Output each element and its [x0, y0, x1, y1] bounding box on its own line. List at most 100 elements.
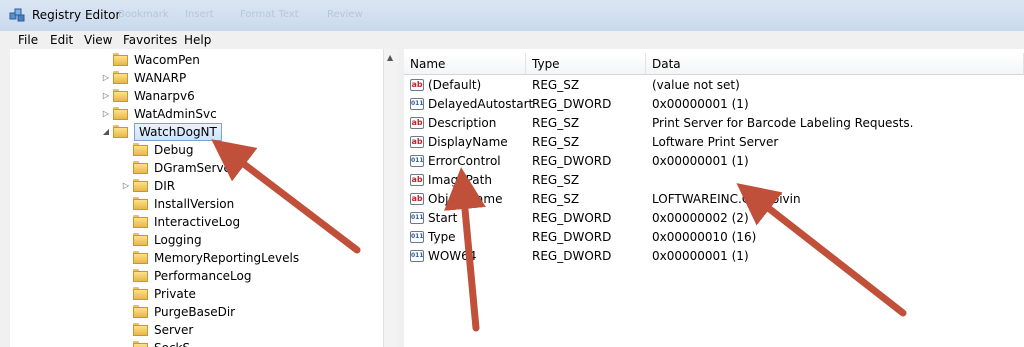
- folder-icon: [113, 125, 128, 138]
- value-row[interactable]: ab Description REG_SZ Print Server for Barc…: [404, 114, 1024, 133]
- value-type: REG_SZ: [532, 78, 580, 92]
- folder-icon: [133, 269, 148, 282]
- title-bar: Registry Editor Bookmark Insert Format T…: [0, 0, 1024, 31]
- folder-icon: [113, 71, 128, 84]
- value-data: 0x00000002 (2): [652, 211, 749, 225]
- binary-value-icon: 011: [410, 212, 424, 224]
- value-data: 0x00000010 (16): [652, 230, 757, 244]
- folder-icon: [133, 251, 148, 264]
- binary-value-icon: 011: [410, 155, 424, 167]
- value-name: WOW64: [428, 249, 477, 263]
- ghost-tab: Bookmark: [118, 9, 169, 20]
- key-tree[interactable]: WacomPen ▷ WANARP ▷ Wanarpv6 ▷ WatAdminSvc ◢ Wat…: [10, 49, 399, 347]
- registry-editor-icon: [9, 8, 25, 22]
- value-row[interactable]: ab ObjectName REG_SZ LOFTWAREINC.CO\Boivin: [404, 190, 1024, 209]
- value-row[interactable]: ab ImagePath REG_SZ: [404, 171, 1024, 190]
- value-data: 0x00000001 (1): [652, 97, 749, 111]
- tree-item-label: WacomPen: [134, 53, 200, 67]
- string-value-icon: ab: [410, 174, 424, 186]
- folder-icon: [133, 323, 148, 336]
- tree-item-label: WatchDogNT: [134, 123, 222, 141]
- menu-edit[interactable]: Edit: [50, 33, 73, 47]
- value-data: Print Server for Barcode Labeling Reques…: [652, 116, 914, 130]
- tree-item-label: DIR: [154, 179, 176, 193]
- value-type: REG_SZ: [532, 192, 580, 206]
- tree-scrollbar[interactable]: ▲: [383, 49, 399, 347]
- value-name: (Default): [428, 78, 482, 92]
- folder-icon: [133, 143, 148, 156]
- value-type: REG_SZ: [532, 135, 580, 149]
- value-row[interactable]: 011 WOW64 REG_DWORD 0x00000001 (1): [404, 247, 1024, 266]
- tree-item-label: MemoryReportingLevels: [154, 251, 300, 265]
- tree-item-label: InstallVersion: [154, 197, 235, 211]
- folder-icon: [133, 287, 148, 300]
- tree-item-label: WatAdminSvc: [134, 107, 217, 121]
- menu-help[interactable]: Help: [184, 33, 211, 47]
- value-name: DisplayName: [428, 135, 508, 149]
- tree-item-label: SockS...: [154, 339, 202, 347]
- folder-icon: [133, 161, 148, 174]
- string-value-icon: ab: [410, 117, 424, 129]
- folder-icon: [133, 233, 148, 246]
- folder-icon: [133, 305, 148, 318]
- menu-favorites[interactable]: Favorites: [123, 33, 177, 47]
- expand-arrow-icon[interactable]: ▷: [101, 69, 111, 87]
- value-name: ImagePath: [428, 173, 492, 187]
- value-data: 0x00000001 (1): [652, 154, 749, 168]
- scroll-up-icon[interactable]: ▲: [387, 53, 393, 62]
- ghost-tab: Review: [327, 9, 363, 20]
- value-name: Start: [428, 211, 458, 225]
- ghost-tab: Insert: [185, 9, 214, 20]
- ghost-tab: Format Text: [240, 9, 299, 20]
- value-row[interactable]: 011 Start REG_DWORD 0x00000002 (2): [404, 209, 1024, 228]
- value-row[interactable]: ab DisplayName REG_SZ Loftware Print Server: [404, 133, 1024, 152]
- string-value-icon: ab: [410, 136, 424, 148]
- tree-item-label: DGramServer: [154, 161, 236, 175]
- value-name: ErrorControl: [428, 154, 501, 168]
- column-header-type[interactable]: Type: [526, 53, 646, 75]
- folder-icon: [113, 53, 128, 66]
- value-name: ObjectName: [428, 192, 503, 206]
- folder-icon: [133, 215, 148, 228]
- string-value-icon: ab: [410, 79, 424, 91]
- value-row[interactable]: 011 ErrorControl REG_DWORD 0x00000001 (1): [404, 152, 1024, 171]
- value-data: (value not set): [652, 78, 740, 92]
- tree-item-label: Private: [154, 287, 196, 301]
- folder-icon: [113, 107, 128, 120]
- value-row[interactable]: ab (Default) REG_SZ (value not set): [404, 76, 1024, 95]
- value-type: REG_SZ: [532, 116, 580, 130]
- menu-bar: File Edit View Favorites Help: [0, 31, 1024, 50]
- tree-item-label: PurgeBaseDir: [154, 305, 236, 319]
- value-row[interactable]: 011 Type REG_DWORD 0x00000010 (16): [404, 228, 1024, 247]
- window-title: Registry Editor: [32, 8, 121, 22]
- value-type: REG_DWORD: [532, 230, 612, 244]
- tree-item-label: Server: [154, 323, 194, 337]
- tree-item-label: Wanarpv6: [134, 89, 195, 103]
- tree-item-label: Debug: [154, 143, 194, 157]
- value-name: Type: [428, 230, 456, 244]
- menu-file[interactable]: File: [18, 33, 38, 47]
- tree-item-label: Logging: [154, 233, 202, 247]
- expand-arrow-icon[interactable]: ▷: [101, 87, 111, 105]
- column-header-data[interactable]: Data: [646, 53, 1024, 75]
- binary-value-icon: 011: [410, 98, 424, 110]
- binary-value-icon: 011: [410, 231, 424, 243]
- folder-icon: [133, 341, 148, 347]
- expand-arrow-icon[interactable]: ◢: [101, 123, 111, 141]
- expand-arrow-icon[interactable]: ▷: [101, 105, 111, 123]
- value-name: DelayedAutostart: [428, 97, 534, 111]
- folder-icon: [133, 197, 148, 210]
- value-type: REG_DWORD: [532, 249, 612, 263]
- value-data: LOFTWAREINC.CO\Boivin: [652, 192, 801, 206]
- value-data: 0x00000001 (1): [652, 249, 749, 263]
- column-header-name[interactable]: Name: [404, 53, 526, 75]
- string-value-icon: ab: [410, 193, 424, 205]
- expand-arrow-icon[interactable]: ▷: [121, 177, 131, 195]
- value-row[interactable]: 011 DelayedAutostart REG_DWORD 0x00000001 (…: [404, 95, 1024, 114]
- tree-item-label: PerformanceLog: [154, 269, 252, 283]
- values-list: Name Type Data ab (Default) REG_SZ (value n…: [404, 49, 1024, 347]
- folder-icon: [133, 179, 148, 192]
- tree-item-label: WANARP: [134, 71, 187, 85]
- value-type: REG_DWORD: [532, 154, 612, 168]
- menu-view[interactable]: View: [84, 33, 112, 47]
